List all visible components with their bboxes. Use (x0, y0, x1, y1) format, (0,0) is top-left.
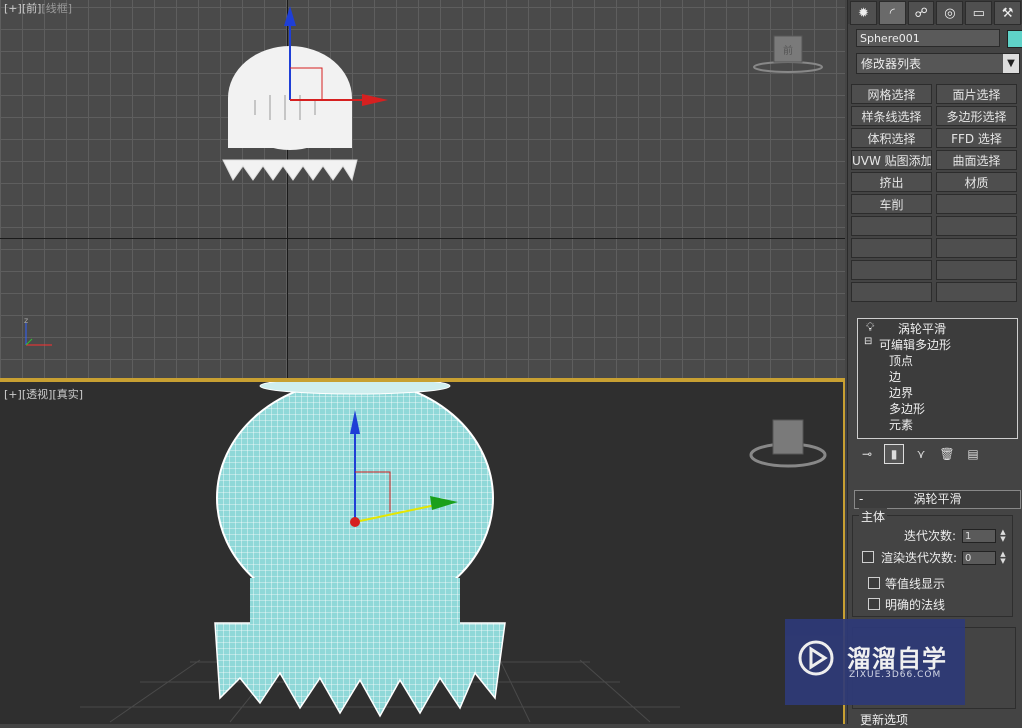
stack-subobject-polygon[interactable]: 多边形 (889, 400, 925, 417)
modifier-button-vol-select[interactable]: 体积选择 (851, 128, 932, 148)
modifier-button-empty[interactable] (936, 260, 1017, 280)
motion-icon[interactable]: ◎ (936, 1, 964, 25)
modifier-button-empty[interactable] (851, 282, 932, 302)
rollout-title: 涡轮平滑 (913, 492, 962, 506)
object-color-swatch[interactable] (1007, 30, 1022, 48)
viewport-shading-menu[interactable]: [真实] (52, 388, 83, 401)
play-logo-icon (798, 640, 834, 676)
viewport-shading-menu[interactable]: [线框] (41, 2, 72, 15)
explicit-normals-label: 明确的法线 (885, 598, 946, 612)
perspective-viewport-label[interactable]: [+][透视][真实] (4, 386, 83, 402)
modifier-button-material[interactable]: 材质 (936, 172, 1017, 192)
isoline-checkbox[interactable] (868, 577, 880, 589)
viewcube-perspective[interactable] (748, 418, 828, 475)
watermark-title: 溜溜自学 (847, 645, 947, 673)
axis-tripod-front: z (24, 316, 52, 346)
pin-stack-icon[interactable]: ⊸ (858, 445, 876, 463)
group-title-main: 主体 (859, 508, 888, 525)
svg-text:前: 前 (783, 44, 793, 57)
lightbulb-icon[interactable]: 💡︎ (866, 320, 874, 335)
render-iters-label: 渲染迭代次数: (881, 551, 958, 565)
viewport-plus-menu[interactable]: [+] (4, 2, 22, 15)
move-gizmo-perspective[interactable] (340, 404, 470, 534)
modify-icon[interactable]: ◜ (878, 1, 906, 25)
hierarchy-icon[interactable]: ☍ (907, 1, 935, 25)
explicit-normals-checkbox[interactable] (868, 598, 880, 610)
modifier-button-extrude[interactable]: 挤出 (851, 172, 932, 192)
front-viewport[interactable]: [+][前][线框] 前 z (0, 0, 845, 378)
modifier-button-poly-select[interactable]: 多边形选择 (936, 106, 1017, 126)
render-iters-spinner[interactable]: 0 (962, 551, 996, 565)
stack-item-turbosmooth[interactable]: 涡轮平滑 (898, 320, 946, 337)
modifier-list-label: 修改器列表 (861, 57, 922, 71)
stack-subobject-edge[interactable]: 边 (889, 368, 901, 385)
perspective-viewport[interactable]: [+][透视][真实] (0, 382, 845, 724)
render-iters-checkbox[interactable] (862, 551, 874, 563)
stack-item-editable-poly[interactable]: 可编辑多边形 (879, 336, 951, 353)
stack-subobject-border[interactable]: 边界 (889, 384, 913, 401)
configure-sets-icon[interactable]: ▤ (964, 445, 982, 463)
collapse-icon[interactable]: ⊟ (864, 336, 872, 347)
chevron-down-icon[interactable]: ▼ (1003, 54, 1019, 73)
viewport-plus-menu[interactable]: [+] (4, 388, 22, 401)
modifier-button-empty[interactable] (936, 282, 1017, 302)
modifier-button-empty[interactable] (936, 194, 1017, 214)
modifier-button-empty[interactable] (851, 260, 932, 280)
modifier-button-ffd-select[interactable]: FFD 选择 (936, 128, 1017, 148)
modifier-button-spline-select[interactable]: 样条线选择 (851, 106, 932, 126)
utilities-icon[interactable]: ⚒ (994, 1, 1021, 25)
main-group: 主体 迭代次数: 1 ▲ ▼ 渲染迭代次数: 0 ▲ ▼ 等值线显示 明确的法线 (852, 508, 1013, 617)
modifier-button-empty[interactable] (851, 216, 932, 236)
make-unique-icon[interactable]: ⋎ (912, 445, 930, 463)
modifier-button-empty[interactable] (936, 238, 1017, 258)
stack-toolbar: ⊸ ▮ ⋎ 🗑︎ ▤ (858, 444, 1018, 464)
modifier-stack[interactable]: 💡︎ 涡轮平滑 ⊟ 可编辑多边形 顶点 边 边界 多边形 元素 (857, 318, 1018, 439)
spinner-arrows-icon[interactable]: ▲ ▼ (999, 529, 1007, 543)
modifier-button-empty[interactable] (851, 238, 932, 258)
modifier-button-surface-select[interactable]: 曲面选择 (936, 150, 1017, 170)
front-viewport-label[interactable]: [+][前][线框] (4, 0, 72, 16)
viewport-view-menu[interactable]: [前] (22, 2, 42, 15)
modifier-button-mesh-select[interactable]: 网格选择 (851, 84, 932, 104)
modifier-list-dropdown[interactable]: 修改器列表 ▼ (856, 53, 1020, 74)
modifier-button-empty[interactable] (936, 216, 1017, 236)
command-panel-tabs: ✹ ◜ ☍ ◎ ▭ ⚒ (848, 0, 1022, 25)
stack-subobject-element[interactable]: 元素 (889, 416, 913, 433)
modifier-button-uvw-map-add[interactable]: UVW 贴图添加 (851, 150, 932, 170)
world-axis-horizontal (0, 238, 845, 239)
rollout-toggle[interactable]: - (859, 491, 863, 507)
modifier-button-set: 网格选择 面片选择 样条线选择 多边形选择 体积选择 FFD 选择 UVW 贴图… (851, 84, 1019, 302)
viewport-view-menu[interactable]: [透视] (22, 388, 53, 401)
watermark-logo: 溜溜自学 ZIXUE.3D66.COM (785, 619, 965, 705)
modifier-button-lathe[interactable]: 车削 (851, 194, 932, 214)
command-panel: ✹ ◜ ☍ ◎ ▭ ⚒ Sphere001 修改器列表 ▼ 网格选择 面片选择 … (847, 0, 1022, 727)
spinner-arrows-icon[interactable]: ▲ ▼ (999, 551, 1007, 565)
rollout-header[interactable]: - 涡轮平滑 (854, 490, 1021, 509)
update-options-label: 更新选项 (860, 713, 909, 727)
modifier-button-patch-select[interactable]: 面片选择 (936, 84, 1017, 104)
watermark-url: ZIXUE.3D66.COM (849, 670, 942, 680)
object-name-field[interactable]: Sphere001 (856, 29, 1000, 47)
viewcube-front[interactable]: 前 (752, 34, 824, 77)
svg-text:z: z (24, 316, 28, 325)
iterations-label: 迭代次数: (904, 529, 957, 543)
isoline-label: 等值线显示 (885, 577, 946, 591)
remove-modifier-icon[interactable]: 🗑︎ (938, 445, 956, 463)
stack-subobject-vertex[interactable]: 顶点 (889, 352, 913, 369)
iterations-spinner[interactable]: 1 (962, 529, 996, 543)
show-end-result-icon[interactable]: ▮ (884, 444, 904, 464)
move-gizmo-front[interactable] (270, 0, 400, 120)
display-icon[interactable]: ▭ (965, 1, 993, 25)
create-icon[interactable]: ✹ (850, 1, 877, 25)
